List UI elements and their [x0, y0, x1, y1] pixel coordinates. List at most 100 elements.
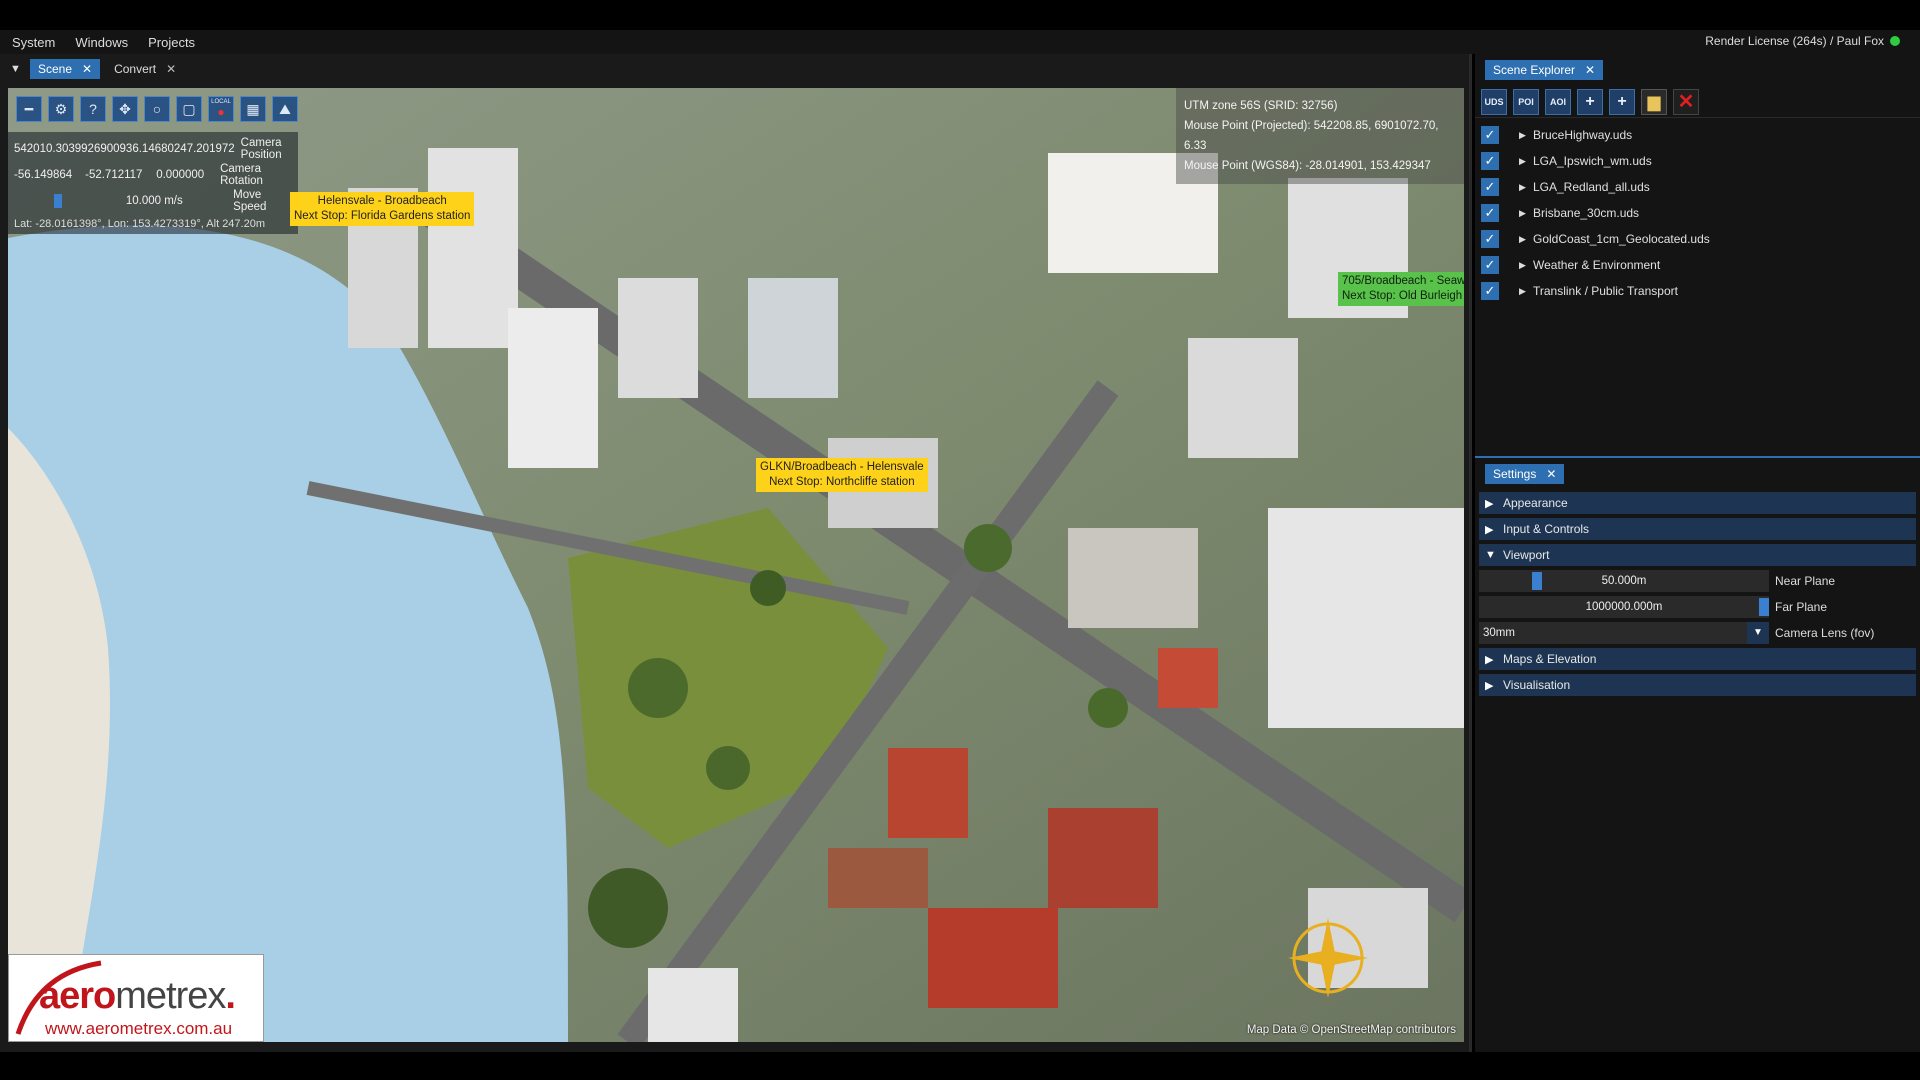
- bus-route: 705/Broadbeach - Seawo: [1342, 275, 1464, 287]
- layer-name: LGA_Ipswich_wm.uds: [1533, 154, 1652, 168]
- add-uds-button[interactable]: UDS: [1481, 88, 1507, 115]
- camera-position-row: 542010.303992 6900936.14680 247.201972 C…: [14, 136, 292, 162]
- camera-pos-y[interactable]: 6900936.14680: [94, 143, 174, 155]
- close-icon[interactable]: ✕: [82, 62, 92, 76]
- near-plane-slider[interactable]: 50.000m: [1479, 570, 1769, 592]
- layer-name: Weather & Environment: [1533, 258, 1661, 272]
- add-poi-button[interactable]: POI: [1513, 88, 1539, 115]
- expand-arrow-icon[interactable]: ▶: [1519, 182, 1533, 193]
- expand-arrow-icon[interactable]: ▶: [1519, 260, 1533, 271]
- list-item[interactable]: ✓ ▶ Translink / Public Transport: [1475, 278, 1920, 304]
- expand-arrow-icon[interactable]: ▶: [1519, 156, 1533, 167]
- camera-pos-z[interactable]: 247.201972: [174, 143, 235, 155]
- list-item[interactable]: ✓ ▶ LGA_Redland_all.uds: [1475, 174, 1920, 200]
- scene-explorer-toolbar: UDS POI AOI + + ▆ ✕: [1475, 86, 1920, 118]
- settings-icon[interactable]: ⚙: [48, 96, 74, 122]
- add-line-button[interactable]: +: [1577, 88, 1603, 115]
- expand-arrow-icon: ▶: [1485, 523, 1494, 536]
- section-maps-elevation[interactable]: ▶ Maps & Elevation: [1479, 648, 1916, 670]
- tab-convert[interactable]: Convert ✕: [106, 59, 184, 79]
- move-speed-value: 10.000 m/s: [125, 195, 183, 207]
- far-plane-label: Far Plane: [1775, 600, 1828, 614]
- list-item[interactable]: ✓ ▶ Weather & Environment: [1475, 252, 1920, 278]
- help-icon[interactable]: ?: [80, 96, 106, 122]
- checkbox[interactable]: ✓: [1481, 282, 1499, 300]
- 3d-viewport[interactable]: ━ ⚙ ? ✥ ○ ▢ LOCAL ● ▦ ⛰ 542010.303992 69…: [8, 88, 1464, 1042]
- ruler-icon[interactable]: ━: [16, 96, 42, 122]
- bus-label[interactable]: Helensvale - Broadbeach Next Stop: Flori…: [290, 192, 475, 226]
- utm-info-panel: UTM zone 56S (SRID: 32756) Mouse Point (…: [1176, 88, 1464, 184]
- add-item-button[interactable]: +: [1609, 88, 1635, 115]
- expand-arrow-icon[interactable]: ▶: [1519, 130, 1533, 141]
- move-speed-slider[interactable]: [14, 194, 81, 208]
- camera-rot-x[interactable]: -56.149864: [14, 169, 85, 181]
- license-text: Render License (264s) / Paul Fox: [1705, 34, 1884, 48]
- menu-system[interactable]: System: [0, 35, 63, 50]
- bus-label[interactable]: 705/Broadbeach - Seawo Next Stop: Old Bu…: [1338, 272, 1464, 306]
- settings-title: Settings: [1493, 467, 1537, 481]
- expand-arrow-icon: ▶: [1485, 679, 1494, 692]
- tab-scene[interactable]: Scene ✕: [30, 59, 101, 79]
- collapse-arrow-icon: ▼: [1485, 549, 1496, 561]
- local-pin-icon[interactable]: LOCAL ●: [208, 96, 234, 122]
- checkbox[interactable]: ✓: [1481, 178, 1499, 196]
- map-attribution: Map Data © OpenStreetMap contributors: [1246, 1024, 1456, 1036]
- camera-rotation-label: Camera Rotation: [220, 163, 263, 187]
- close-icon[interactable]: ✕: [1546, 467, 1556, 481]
- camera-pos-x[interactable]: 542010.303992: [14, 143, 94, 155]
- far-plane-slider[interactable]: 1000000.000m: [1479, 596, 1769, 618]
- logo-wordmark: aerometrex.: [39, 975, 236, 1017]
- search-icon[interactable]: ○: [144, 96, 170, 122]
- terrain-icon[interactable]: ⛰: [272, 96, 298, 122]
- aerometrex-logo: aerometrex. www.aerometrex.com.au: [8, 954, 264, 1042]
- list-item[interactable]: ✓ ▶ LGA_Ipswich_wm.uds: [1475, 148, 1920, 174]
- license-status-icon: [1890, 36, 1900, 46]
- expand-arrow-icon[interactable]: ▶: [1519, 234, 1533, 245]
- chevron-down-icon[interactable]: ▼: [1747, 622, 1769, 644]
- checkbox[interactable]: ✓: [1481, 204, 1499, 222]
- logo-word-red: aero: [39, 975, 116, 1017]
- settings-tabbar: Settings ✕: [1475, 460, 1920, 488]
- close-icon[interactable]: ✕: [1585, 63, 1595, 77]
- camera-rot-z[interactable]: 0.000000: [156, 169, 214, 181]
- grid-map-icon[interactable]: ▦: [240, 96, 266, 122]
- tab-scene-explorer[interactable]: Scene Explorer ✕: [1485, 60, 1604, 80]
- tab-settings[interactable]: Settings ✕: [1485, 464, 1565, 484]
- mouse-wgs84: Mouse Point (WGS84): -28.014901, 153.429…: [1184, 160, 1431, 172]
- close-icon[interactable]: ✕: [166, 62, 176, 76]
- section-label: Viewport: [1503, 548, 1550, 562]
- camera-lens-select[interactable]: 30mm ▼: [1479, 622, 1769, 644]
- bus-label[interactable]: GLKN/Broadbeach - Helensvale Next Stop: …: [756, 458, 928, 492]
- checkbox[interactable]: ✓: [1481, 152, 1499, 170]
- section-label: Appearance: [1503, 496, 1568, 510]
- list-item[interactable]: ✓ ▶ GoldCoast_1cm_Geolocated.uds: [1475, 226, 1920, 252]
- move-gizmo-icon[interactable]: ✥: [112, 96, 138, 122]
- folder-icon[interactable]: ▆: [1641, 88, 1667, 115]
- delete-icon[interactable]: ✕: [1673, 88, 1699, 115]
- menu-projects[interactable]: Projects: [136, 35, 203, 50]
- slider-knob[interactable]: [54, 194, 62, 208]
- menu-windows[interactable]: Windows: [63, 35, 136, 50]
- section-appearance[interactable]: ▶ Appearance: [1479, 492, 1916, 514]
- expand-arrow-icon: ▶: [1485, 653, 1494, 666]
- section-label: Visualisation: [1503, 678, 1571, 692]
- logo-word-grey: metrex: [115, 975, 226, 1017]
- section-viewport[interactable]: ▼ Viewport: [1479, 544, 1916, 566]
- section-visualisation[interactable]: ▶ Visualisation: [1479, 674, 1916, 696]
- select-box-icon[interactable]: ▢: [176, 96, 202, 122]
- panel-menu-icon[interactable]: ▼: [10, 63, 24, 75]
- bus-next-stop: Next Stop: Northcliffe station: [769, 476, 915, 488]
- checkbox[interactable]: ✓: [1481, 126, 1499, 144]
- list-item[interactable]: ✓ ▶ Brisbane_30cm.uds: [1475, 200, 1920, 226]
- checkbox[interactable]: ✓: [1481, 256, 1499, 274]
- add-aoi-button[interactable]: AOI: [1545, 88, 1571, 115]
- list-item[interactable]: ✓ ▶ BruceHighway.uds: [1475, 122, 1920, 148]
- camera-rot-y[interactable]: -52.712117: [85, 169, 156, 181]
- slider-knob[interactable]: [1759, 598, 1769, 616]
- section-input-controls[interactable]: ▶ Input & Controls: [1479, 518, 1916, 540]
- expand-arrow-icon[interactable]: ▶: [1519, 286, 1533, 297]
- slider-knob[interactable]: [1532, 572, 1542, 590]
- checkbox[interactable]: ✓: [1481, 230, 1499, 248]
- expand-arrow-icon[interactable]: ▶: [1519, 208, 1533, 219]
- scene-panel: ▼ Scene ✕ Convert ✕ ━ ⚙ ? ✥ ○ ▢ LOCAL ● …: [0, 54, 1472, 1052]
